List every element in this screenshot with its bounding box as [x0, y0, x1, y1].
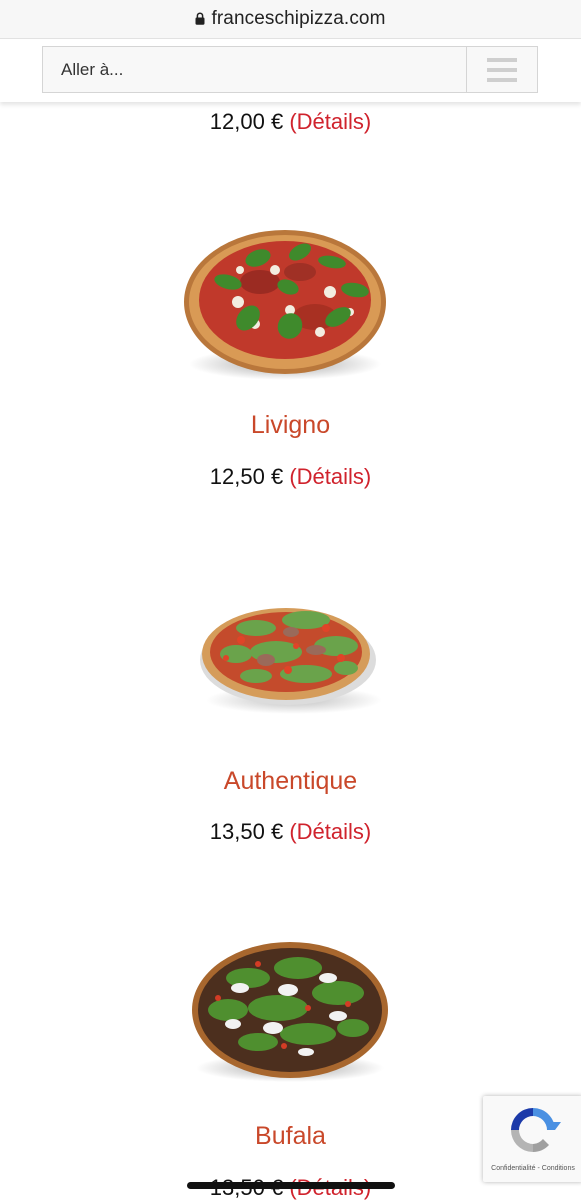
lock-icon — [195, 12, 205, 25]
price-row: 13,50 € (Détails) — [0, 819, 581, 845]
page: franceschipizza.com Aller à... 12,00 € (… — [0, 0, 581, 1200]
home-indicator[interactable] — [187, 1182, 395, 1189]
price-row: 12,00 € (Détails) — [0, 109, 581, 135]
goto-dropdown-label: Aller à... — [61, 59, 124, 79]
pizza-image-authentique[interactable] — [196, 588, 386, 718]
browser-url-bar[interactable]: franceschipizza.com — [0, 0, 581, 39]
privacy-link[interactable]: Confidentialité — [491, 1165, 535, 1172]
details-link[interactable]: (Détails) — [289, 819, 371, 844]
url-text[interactable]: franceschipizza.com — [211, 8, 385, 30]
price: 13,50 € — [209, 819, 284, 844]
pizza-name-livigno[interactable]: Livigno — [0, 411, 581, 440]
price: 12,00 € — [209, 109, 284, 134]
pizza-name-authentique[interactable]: Authentique — [0, 767, 581, 796]
hamburger-menu-icon — [487, 57, 517, 82]
menu-toggle-button[interactable] — [466, 47, 537, 92]
terms-link[interactable]: Conditions — [542, 1165, 575, 1172]
separator: - — [537, 1165, 540, 1172]
pizza-image-bufala[interactable] — [188, 938, 393, 1088]
site-header: Aller à... — [0, 38, 581, 102]
details-link[interactable]: (Détails) — [289, 109, 371, 134]
menu-list: 12,00 € (Détails) Livigno 12,50 € (Détai… — [0, 0, 581, 1200]
recaptcha-badge[interactable]: Confidentialité - Conditions — [483, 1096, 581, 1182]
price-row: 12,50 € (Détails) — [0, 464, 581, 490]
price: 12,50 € — [209, 464, 284, 489]
goto-dropdown[interactable]: Aller à... — [42, 46, 538, 93]
details-link[interactable]: (Détails) — [289, 464, 371, 489]
pizza-image-livigno[interactable] — [180, 222, 390, 387]
recaptcha-links: Confidentialité - Conditions — [483, 1165, 581, 1172]
recaptcha-logo-icon — [511, 1108, 561, 1152]
